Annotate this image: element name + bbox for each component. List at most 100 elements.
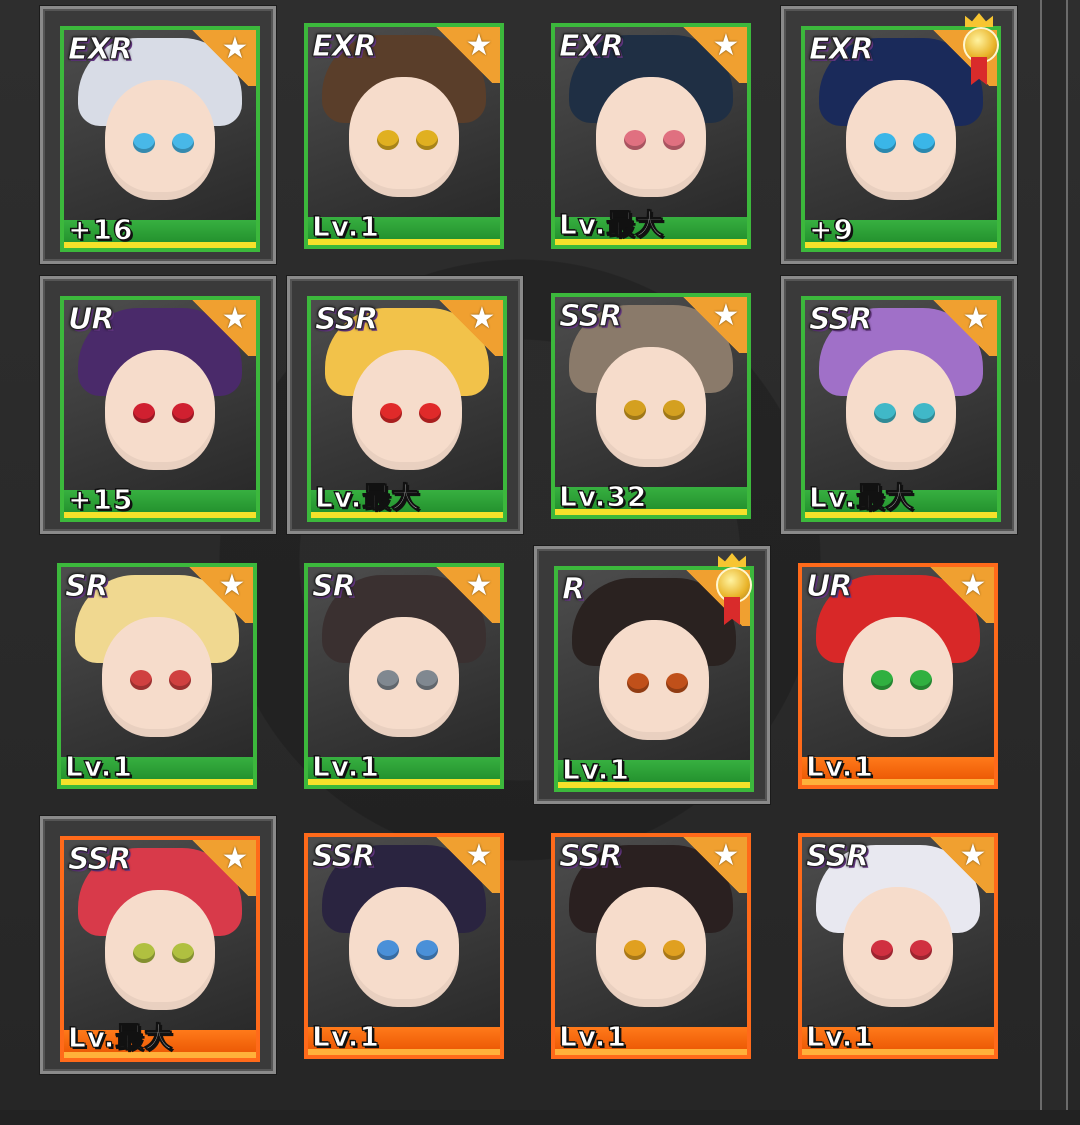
character-card-slot[interactable]: ★ UR Lv.1 bbox=[781, 546, 1017, 804]
character-card-slot[interactable]: ★ SSR Lv.最大 bbox=[781, 276, 1017, 534]
character-card-slot[interactable]: ★ SSR Lv.1 bbox=[287, 816, 523, 1074]
level-label: Lv.1 bbox=[806, 1020, 874, 1054]
character-card[interactable]: ★ UR +15 bbox=[60, 296, 260, 522]
level-label: Lv.最大 bbox=[558, 208, 665, 242]
character-eye-left bbox=[377, 669, 400, 690]
level-label: Lv.1 bbox=[312, 1020, 380, 1054]
favorite-star-icon: ★ bbox=[221, 841, 249, 876]
character-card-slot[interactable]: ★ SSR Lv.最大 bbox=[287, 276, 523, 534]
character-card[interactable]: ★ SSR Lv.1 bbox=[551, 833, 751, 1059]
scrollbar-track[interactable] bbox=[1040, 0, 1068, 1110]
character-eye-right bbox=[171, 132, 194, 153]
character-card[interactable]: ★ EXR Lv.1 bbox=[304, 23, 504, 249]
rarity-badge: EXR bbox=[68, 32, 134, 68]
character-card[interactable]: ★ SR Lv.1 bbox=[57, 563, 257, 789]
level-label: Lv.1 bbox=[559, 1020, 627, 1054]
character-eye-right bbox=[662, 129, 685, 150]
gold-medal-icon bbox=[714, 553, 752, 637]
character-card-slot[interactable]: ★ SSR Lv.1 bbox=[781, 816, 1017, 1074]
rarity-badge: EXR bbox=[559, 29, 625, 65]
character-card-slot[interactable]: ★ SR Lv.1 bbox=[287, 546, 523, 804]
character-eye-left bbox=[624, 939, 647, 960]
ribbon-icon bbox=[971, 57, 987, 85]
character-eye-right bbox=[662, 939, 685, 960]
character-eye-left bbox=[377, 939, 400, 960]
rarity-badge: SR bbox=[65, 569, 110, 605]
character-card[interactable]: ★ UR Lv.1 bbox=[798, 563, 998, 789]
favorite-star-icon: ★ bbox=[959, 838, 987, 873]
level-label: Lv.最大 bbox=[67, 1021, 174, 1055]
character-face bbox=[105, 350, 215, 471]
level-label: Lv.1 bbox=[65, 750, 133, 784]
crown-icon bbox=[965, 13, 993, 27]
character-eye-right bbox=[912, 132, 935, 153]
favorite-star-icon: ★ bbox=[712, 838, 740, 873]
character-eye-left bbox=[130, 669, 153, 690]
character-card-slot[interactable]: ★ EXR Lv.最大 bbox=[534, 6, 770, 264]
character-card-slot[interactable]: ★RLv.1 bbox=[534, 546, 770, 804]
character-face bbox=[846, 350, 956, 471]
character-card-slot[interactable]: ★ SSR Lv.32 bbox=[534, 276, 770, 534]
gold-medal-icon bbox=[961, 13, 999, 97]
character-eye-right bbox=[171, 942, 194, 963]
favorite-star-icon: ★ bbox=[465, 838, 493, 873]
character-card[interactable]: ★ SSR Lv.最大 bbox=[801, 296, 1001, 522]
rarity-badge: SSR bbox=[67, 842, 131, 878]
rarity-badge: SR bbox=[312, 569, 357, 605]
character-face bbox=[349, 77, 459, 198]
rarity-badge: SSR bbox=[558, 839, 622, 875]
character-eye-right bbox=[665, 672, 688, 693]
character-eye-left bbox=[377, 129, 400, 150]
character-card-slot[interactable]: ★ EXR Lv.1 bbox=[287, 6, 523, 264]
character-eye-right bbox=[415, 939, 438, 960]
level-label: Lv.32 bbox=[558, 480, 648, 514]
favorite-star-icon: ★ bbox=[712, 28, 740, 63]
character-card[interactable]: ★ SSR Lv.32 bbox=[551, 293, 751, 519]
next-row-peek bbox=[0, 1110, 1080, 1125]
character-card[interactable]: ★ SR Lv.1 bbox=[304, 563, 504, 789]
character-face bbox=[596, 887, 706, 1008]
level-label: +16 bbox=[67, 213, 134, 247]
character-card-slot[interactable]: ★ SR Lv.1 bbox=[40, 546, 276, 804]
favorite-star-icon: ★ bbox=[465, 568, 493, 603]
character-card-slot[interactable]: ★EXR+9 bbox=[781, 6, 1017, 264]
character-card-slot[interactable]: ★ SSR Lv.最大 bbox=[40, 816, 276, 1074]
character-card-slot[interactable]: ★ EXR +16 bbox=[40, 6, 276, 264]
level-label: Lv.1 bbox=[806, 750, 874, 784]
character-eye-right bbox=[912, 402, 935, 423]
rarity-badge: SSR bbox=[808, 302, 872, 338]
favorite-star-icon: ★ bbox=[218, 568, 246, 603]
character-eye-left bbox=[624, 129, 647, 150]
character-eye-left bbox=[627, 672, 650, 693]
level-label: Lv.最大 bbox=[314, 481, 421, 515]
character-face bbox=[843, 617, 953, 738]
character-card-slot[interactable]: ★ SSR Lv.1 bbox=[534, 816, 770, 1074]
level-label: Lv.1 bbox=[312, 210, 380, 244]
favorite-star-icon: ★ bbox=[465, 28, 493, 63]
favorite-star-icon: ★ bbox=[468, 301, 496, 336]
character-eye-right bbox=[662, 399, 685, 420]
character-card[interactable]: ★ EXR Lv.最大 bbox=[551, 23, 751, 249]
rarity-badge: R bbox=[561, 572, 585, 608]
character-eye-right bbox=[171, 402, 194, 423]
character-face bbox=[349, 617, 459, 738]
character-card[interactable]: ★ SSR Lv.最大 bbox=[307, 296, 507, 522]
character-eye-left bbox=[874, 132, 897, 153]
character-card-grid: ★ EXR +16 ★ EXR Lv.1 ★ EXR Lv.最大 ★ EXR +9 ★ UR +15 ★ SSR… bbox=[40, 6, 1020, 1125]
level-label: Lv.1 bbox=[312, 750, 380, 784]
ribbon-icon bbox=[724, 597, 740, 625]
character-card[interactable]: ★ EXR +16 bbox=[60, 26, 260, 252]
favorite-star-icon: ★ bbox=[221, 31, 249, 66]
character-card[interactable]: ★ SSR Lv.最大 bbox=[60, 836, 260, 1062]
character-eye-right bbox=[909, 939, 932, 960]
character-card[interactable]: ★ SSR Lv.1 bbox=[798, 833, 998, 1059]
character-eye-right bbox=[168, 669, 191, 690]
favorite-star-icon: ★ bbox=[221, 301, 249, 336]
character-eye-left bbox=[871, 669, 894, 690]
character-eye-left bbox=[871, 939, 894, 960]
character-card-slot[interactable]: ★ UR +15 bbox=[40, 276, 276, 534]
rarity-badge: SSR bbox=[558, 299, 622, 335]
rarity-badge: UR bbox=[67, 302, 114, 338]
character-face bbox=[102, 617, 212, 738]
character-card[interactable]: ★ SSR Lv.1 bbox=[304, 833, 504, 1059]
